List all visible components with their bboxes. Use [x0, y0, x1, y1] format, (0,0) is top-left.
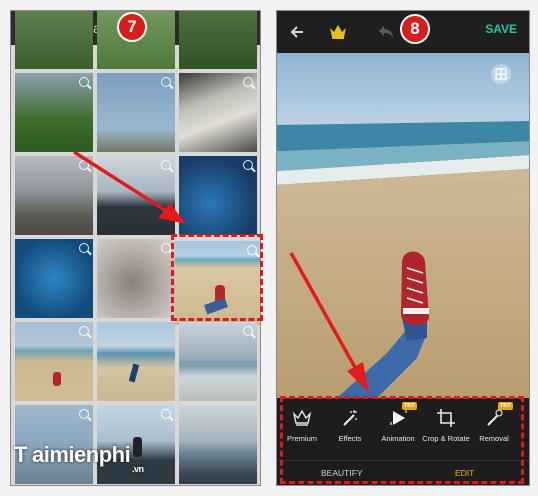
zoom-icon[interactable]: [79, 243, 89, 253]
zoom-icon[interactable]: [79, 77, 89, 87]
photo-thumbnail[interactable]: [97, 73, 175, 152]
zoom-icon[interactable]: [243, 77, 253, 87]
zoom-icon[interactable]: [161, 243, 171, 253]
toolbar-highlight: [280, 396, 524, 484]
zoom-icon[interactable]: [243, 160, 253, 170]
photo-thumbnail[interactable]: [179, 156, 257, 235]
photo-thumbnail[interactable]: [97, 239, 175, 318]
brand-tld: .vn: [132, 464, 144, 474]
photo-thumbnail[interactable]: [179, 73, 257, 152]
compare-icon[interactable]: [490, 63, 512, 85]
photo-thumbnail[interactable]: [15, 11, 93, 69]
beach-photo: [277, 53, 529, 398]
zoom-icon[interactable]: [79, 326, 89, 336]
brand-name: aimienphi: [32, 442, 131, 467]
photo-thumbnail[interactable]: [15, 322, 93, 401]
zoom-icon[interactable]: [243, 326, 253, 336]
photo-thumbnail[interactable]: [97, 322, 175, 401]
photo-thumbnail[interactable]: [15, 239, 93, 318]
beach-photo-preview: [277, 53, 529, 398]
selected-photo-highlight: [171, 234, 263, 321]
leg-shape: [128, 363, 140, 383]
zoom-icon[interactable]: [161, 409, 171, 419]
zoom-icon[interactable]: [79, 409, 89, 419]
step-badge-8: 8: [400, 14, 430, 44]
brand-watermark: Taimienphi .vn: [14, 442, 144, 474]
photo-thumbnail[interactable]: [179, 11, 257, 69]
step-badge-7: 7: [117, 12, 147, 42]
brand-logo-letter: T: [14, 442, 27, 467]
crown-icon[interactable]: [329, 24, 347, 39]
save-button[interactable]: SAVE: [485, 22, 517, 36]
photo-thumbnail[interactable]: [179, 322, 257, 401]
photo-thumbnail[interactable]: [15, 73, 93, 152]
person-silhouette: [133, 437, 142, 457]
undo-icon[interactable]: [377, 24, 395, 40]
photo-thumbnail[interactable]: [179, 405, 257, 484]
pointer-arrow: [73, 150, 186, 224]
back-arrow-icon[interactable]: [289, 24, 305, 40]
zoom-icon[interactable]: [161, 77, 171, 87]
sneaker-icon: [53, 372, 61, 386]
